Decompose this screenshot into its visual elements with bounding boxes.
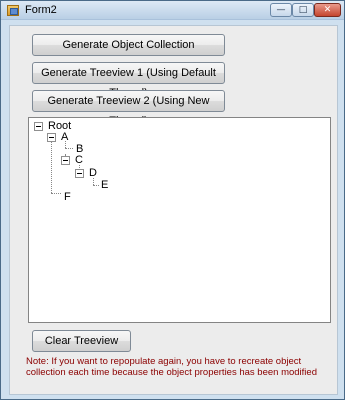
generate-treeview1-button[interactable]: Generate Treeview 1 (Using Default Threa… bbox=[32, 62, 225, 99]
close-button[interactable]: ✕ bbox=[314, 3, 341, 17]
tree-node-label: D bbox=[89, 167, 97, 179]
tree-connector bbox=[65, 148, 73, 149]
treeview[interactable]: Root A B C D E F bbox=[28, 117, 331, 323]
note-text: Note: If you want to repopulate again, y… bbox=[26, 356, 317, 378]
collapse-icon[interactable] bbox=[47, 133, 56, 142]
tree-node-label: C bbox=[75, 154, 83, 166]
clear-treeview-button[interactable]: Clear Treeview bbox=[32, 330, 131, 352]
tree-connector bbox=[51, 140, 52, 193]
tree-node-label: E bbox=[101, 179, 109, 191]
collapse-icon[interactable] bbox=[75, 169, 84, 178]
tree-connector bbox=[93, 185, 99, 186]
window-title: Form2 bbox=[25, 4, 57, 16]
tree-connector bbox=[93, 178, 94, 185]
collapse-icon[interactable] bbox=[34, 122, 43, 131]
generate-treeview2-button[interactable]: Generate Treeview 2 (Using New Thread) bbox=[32, 90, 225, 127]
generate-object-collection-button[interactable]: Generate Object Collection bbox=[32, 34, 225, 56]
maximize-button[interactable]: □ bbox=[292, 3, 314, 17]
form-client-area: Generate Object Collection Generate Tree… bbox=[9, 25, 338, 395]
collapse-icon[interactable] bbox=[61, 156, 70, 165]
tree-node-label: A bbox=[61, 131, 69, 143]
app-icon bbox=[7, 5, 19, 16]
form-window: Form2 — □ ✕ Generate Object Collection G… bbox=[0, 0, 345, 400]
minimize-button[interactable]: — bbox=[270, 3, 292, 17]
tree-node-label: F bbox=[64, 191, 71, 203]
tree-connector bbox=[51, 193, 61, 194]
title-bar[interactable]: Form2 — □ ✕ bbox=[1, 1, 344, 20]
